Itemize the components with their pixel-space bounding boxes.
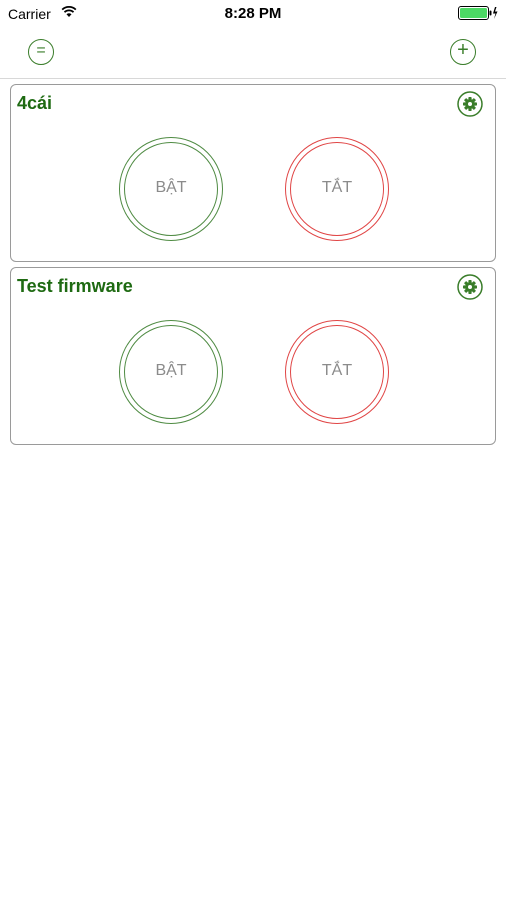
device-card: 4cái BẬT TẮT xyxy=(10,84,496,262)
turn-on-label: BẬT xyxy=(155,362,187,379)
turn-on-button[interactable]: BẬT xyxy=(119,137,223,241)
turn-on-label: BẬT xyxy=(155,179,187,196)
menu-button[interactable]: = xyxy=(28,39,54,65)
settings-gear-icon[interactable] xyxy=(457,91,483,117)
clock: 8:28 PM xyxy=(224,5,282,22)
battery-charging-icon xyxy=(458,6,498,20)
turn-off-button[interactable]: TẮT xyxy=(285,320,389,424)
plus-icon: + xyxy=(457,39,469,61)
turn-on-button[interactable]: BẬT xyxy=(119,320,223,424)
device-name: Test firmware xyxy=(17,276,133,296)
turn-off-label: TẮT xyxy=(321,179,353,196)
device-name: 4cái xyxy=(17,93,53,113)
menu-icon: = xyxy=(36,42,46,59)
turn-off-label: TẮT xyxy=(321,362,353,379)
navigation-bar: = + xyxy=(0,28,506,79)
add-device-button[interactable]: + xyxy=(450,39,476,65)
device-card: Test firmware BẬT TẮT xyxy=(10,267,496,445)
status-bar: Carrier 8:28 PM xyxy=(0,0,506,28)
turn-off-button[interactable]: TẮT xyxy=(285,137,389,241)
settings-gear-icon[interactable] xyxy=(457,274,483,300)
